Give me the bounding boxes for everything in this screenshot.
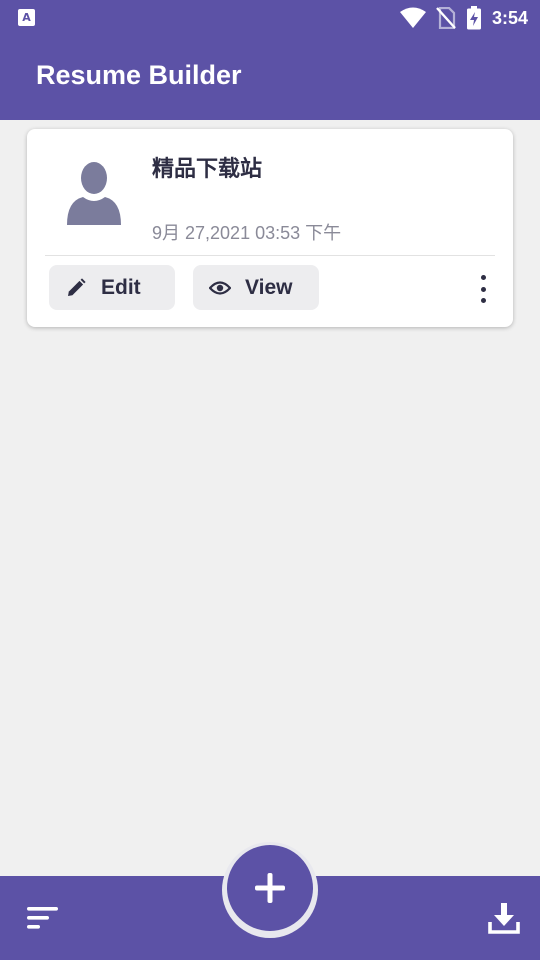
status-bar: A 3:54 <box>0 0 540 36</box>
eye-icon <box>209 277 231 299</box>
status-icons: 3:54 <box>399 6 528 30</box>
app-notification-icon: A <box>18 9 35 26</box>
view-button-label: View <box>245 275 293 299</box>
edit-button-label: Edit <box>101 275 141 299</box>
add-resume-button[interactable] <box>227 845 313 931</box>
resume-card[interactable]: 精品下载站 9月 27,2021 03:53 下午 Edit View <box>27 129 513 327</box>
wifi-icon <box>399 7 426 29</box>
download-icon[interactable] <box>488 902 520 934</box>
no-sim-icon <box>436 7 456 29</box>
edit-button[interactable]: Edit <box>49 265 175 310</box>
card-divider <box>45 255 495 256</box>
pencil-icon <box>65 277 87 299</box>
sort-icon[interactable] <box>27 906 59 932</box>
app-bar: Resume Builder <box>0 36 540 120</box>
page-title: Resume Builder <box>36 60 242 90</box>
view-button[interactable]: View <box>193 265 319 310</box>
avatar-icon <box>65 161 123 227</box>
status-time: 3:54 <box>491 7 528 28</box>
resume-date: 9月 27,2021 03:53 下午 <box>152 223 342 243</box>
resume-name: 精品下载站 <box>152 157 263 182</box>
battery-charging-icon <box>466 6 482 30</box>
more-options-icon[interactable] <box>473 275 493 303</box>
add-icon <box>254 872 286 904</box>
